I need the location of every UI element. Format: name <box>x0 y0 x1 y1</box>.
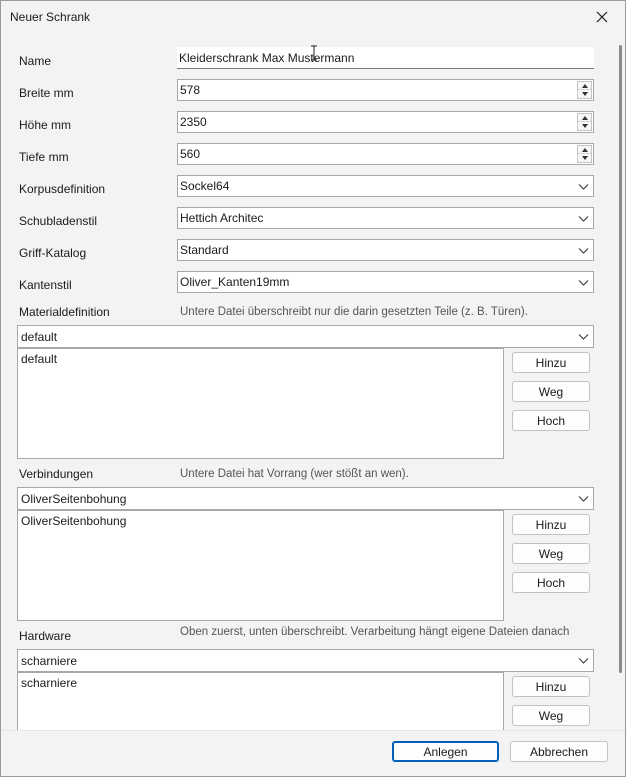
schublade-value: Hettich Architec <box>180 211 264 225</box>
material-selected: default <box>21 330 58 344</box>
tiefe-spin <box>577 145 592 163</box>
breite-value: 578 <box>180 83 201 97</box>
kanten-value: Oliver_Kanten19mm <box>180 275 290 289</box>
chevron-down-icon <box>578 658 589 664</box>
hoehe-spin <box>577 113 592 131</box>
new-cabinet-dialog: Neuer Schrank Name Kleiderschrank Max Mu… <box>0 0 626 777</box>
chevron-down-icon <box>578 216 589 222</box>
verbindungen-remove-button[interactable]: Weg <box>512 543 590 564</box>
chevron-down-icon <box>578 334 589 340</box>
name-label: Name <box>19 54 52 68</box>
hardware-add-button[interactable]: Hinzu <box>512 676 590 697</box>
material-select[interactable]: default <box>17 325 594 348</box>
hoehe-increment-button[interactable] <box>578 114 591 122</box>
breite-stepper[interactable]: 578 <box>177 79 594 101</box>
schublade-select[interactable]: Hettich Architec <box>177 207 594 229</box>
window-title: Neuer Schrank <box>10 10 91 24</box>
hardware-remove-button[interactable]: Weg <box>512 705 590 726</box>
material-remove-button[interactable]: Weg <box>512 381 590 402</box>
arrow-up-icon <box>581 83 588 88</box>
verbindungen-selected: OliverSeitenbohung <box>21 492 127 506</box>
verbindungen-hint: Untere Datei hat Vorrang (wer stößt an w… <box>180 468 409 480</box>
verbindungen-select[interactable]: OliverSeitenbohung <box>17 487 594 510</box>
chevron-down-icon <box>578 496 589 502</box>
arrow-up-icon <box>581 115 588 120</box>
verbindungen-up-button[interactable]: Hoch <box>512 572 590 593</box>
list-item[interactable]: scharniere <box>21 676 77 690</box>
hoehe-value: 2350 <box>180 115 207 129</box>
hardware-hint: Oben zuerst, unten überschreibt. Verarbe… <box>180 626 570 638</box>
korpus-label: Korpusdefinition <box>19 182 106 196</box>
cancel-button[interactable]: Abbrechen <box>510 741 608 762</box>
material-add-button[interactable]: Hinzu <box>512 352 590 373</box>
schublade-label: Schubladenstil <box>19 214 98 228</box>
create-button[interactable]: Anlegen <box>392 741 499 762</box>
hardware-label: Hardware <box>19 629 72 643</box>
material-label: Materialdefinition <box>19 305 110 319</box>
arrow-down-icon <box>581 92 588 96</box>
tiefe-decrement-button[interactable] <box>578 154 591 162</box>
name-value: Kleiderschrank Max Mustermann <box>179 51 355 65</box>
tiefe-label: Tiefe mm <box>19 150 69 164</box>
hardware-list[interactable]: scharniere <box>17 672 504 730</box>
close-button[interactable] <box>579 1 625 33</box>
verbindungen-list[interactable]: OliverSeitenbohung <box>17 510 504 621</box>
title-bar: Neuer Schrank <box>1 1 625 33</box>
arrow-down-icon <box>581 156 588 160</box>
griff-value: Standard <box>180 243 229 257</box>
hardware-select[interactable]: scharniere <box>17 649 594 672</box>
tiefe-increment-button[interactable] <box>578 146 591 154</box>
breite-increment-button[interactable] <box>578 82 591 90</box>
korpus-value: Sockel64 <box>180 179 230 193</box>
verbindungen-label: Verbindungen <box>19 467 94 481</box>
breite-decrement-button[interactable] <box>578 90 591 98</box>
text-cursor-icon <box>311 45 317 61</box>
breite-spin <box>577 81 592 99</box>
chevron-down-icon <box>578 280 589 286</box>
hoehe-decrement-button[interactable] <box>578 122 591 130</box>
chevron-down-icon <box>578 184 589 190</box>
arrow-down-icon <box>581 124 588 128</box>
close-icon <box>596 11 608 23</box>
griff-label: Griff-Katalog <box>19 246 87 260</box>
list-item[interactable]: OliverSeitenbohung <box>21 514 126 528</box>
breite-label: Breite mm <box>19 86 74 100</box>
griff-select[interactable]: Standard <box>177 239 594 261</box>
material-list[interactable]: default <box>17 348 504 459</box>
material-up-button[interactable]: Hoch <box>512 410 590 431</box>
footer-divider <box>1 730 625 731</box>
hoehe-label: Höhe mm <box>19 118 72 132</box>
verbindungen-add-button[interactable]: Hinzu <box>512 514 590 535</box>
vertical-scrollbar[interactable] <box>619 45 622 673</box>
chevron-down-icon <box>578 248 589 254</box>
arrow-up-icon <box>581 147 588 152</box>
kanten-label: Kantenstil <box>19 278 72 292</box>
hardware-selected: scharniere <box>21 654 78 668</box>
name-input[interactable]: Kleiderschrank Max Mustermann <box>177 47 594 69</box>
hoehe-stepper[interactable]: 2350 <box>177 111 594 133</box>
korpus-select[interactable]: Sockel64 <box>177 175 594 197</box>
list-item[interactable]: default <box>21 352 57 366</box>
kanten-select[interactable]: Oliver_Kanten19mm <box>177 271 594 293</box>
tiefe-value: 560 <box>180 147 201 161</box>
tiefe-stepper[interactable]: 560 <box>177 143 594 165</box>
material-hint: Untere Datei überschreibt nur die darin … <box>180 306 528 318</box>
